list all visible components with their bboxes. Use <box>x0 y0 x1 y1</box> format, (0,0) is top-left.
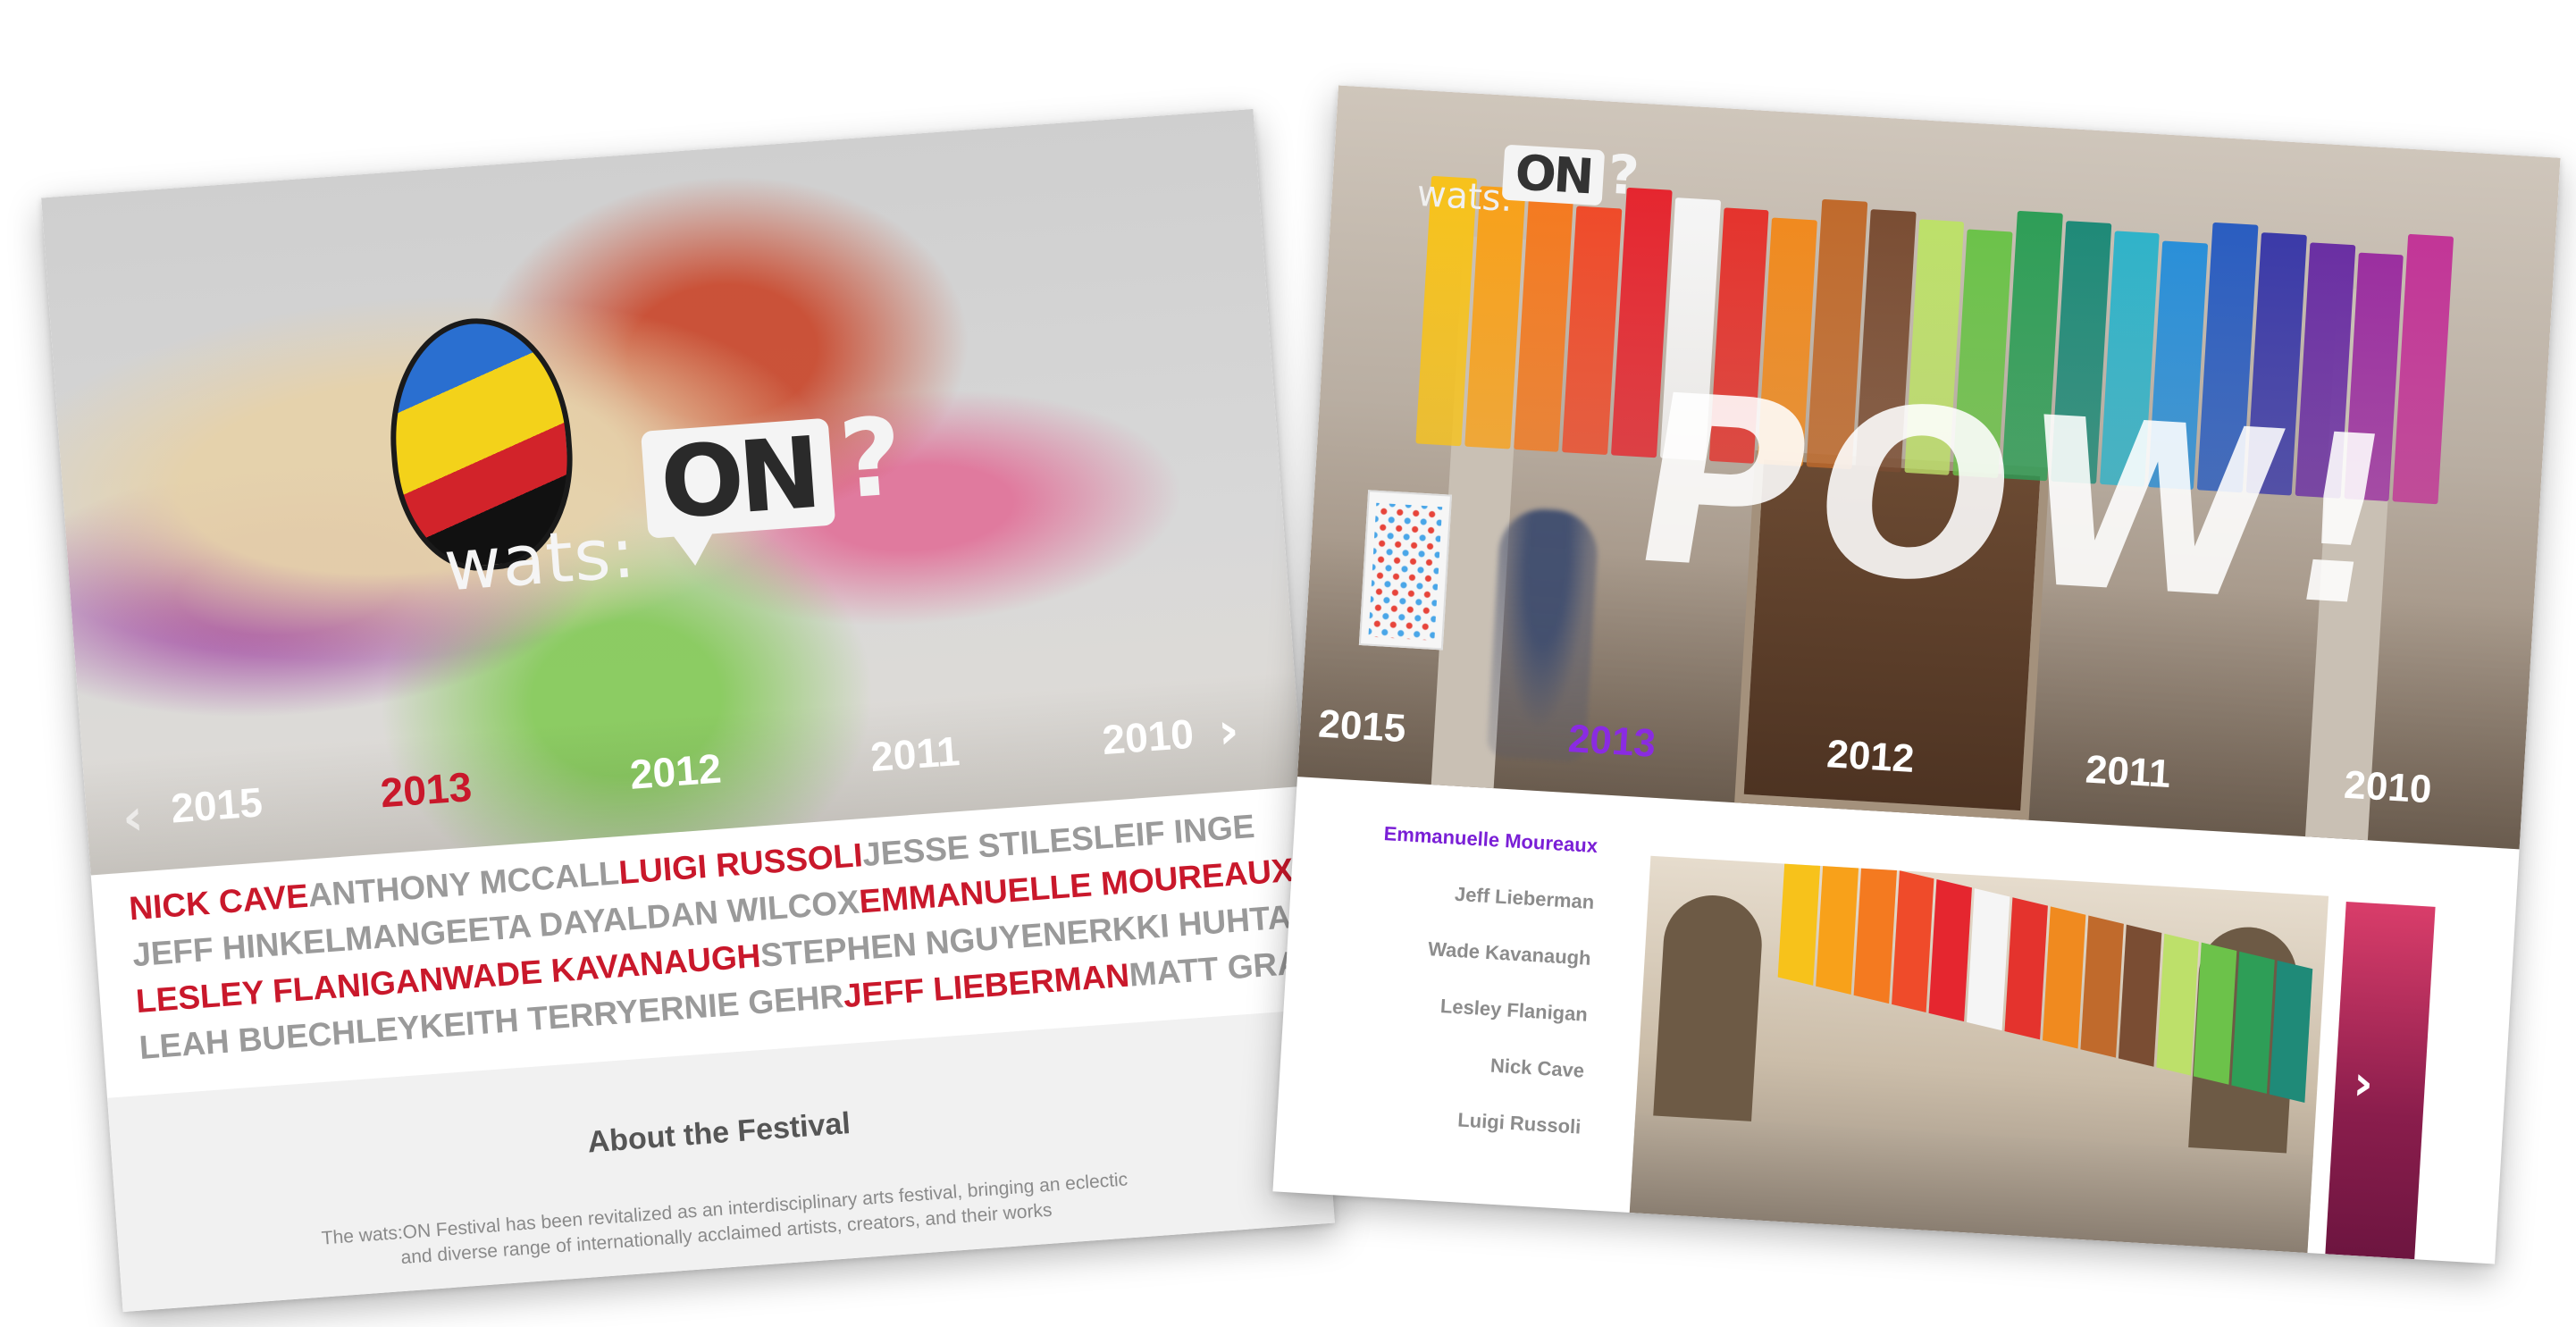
photo-paper-column <box>2156 933 2200 1076</box>
artist-link[interactable]: LUIGI RUSSOLI <box>617 836 864 892</box>
logo-question-mark: ? <box>835 394 907 524</box>
photo-paper-column <box>2004 897 2048 1040</box>
photo-paper-column <box>2080 915 2124 1058</box>
logo-wats-text: wats: <box>441 512 639 608</box>
year-tab-2012[interactable]: 2012 <box>628 744 723 799</box>
artist-link[interactable]: KEITH TERRY <box>418 993 640 1046</box>
festival-page-right: POW! wats: ON ? 2015 2013 2012 2011 2010… <box>1272 85 2561 1264</box>
sidebar-artist-jeff-lieberman[interactable]: Jeff Lieberman <box>1344 876 1595 914</box>
color-dots <box>1368 502 1443 641</box>
artist-link[interactable]: LEAH BUECHLEY <box>138 1009 421 1067</box>
year-tab-2013-active[interactable]: 2013 <box>379 762 474 817</box>
hero-image-pow: POW! wats: ON ? 2015 2013 2012 2011 2010 <box>1297 85 2561 850</box>
photo-paper-column <box>1853 861 1897 1004</box>
artist-link[interactable]: ERNIE GEHR <box>637 978 845 1030</box>
sidebar-artist-lesley-flanigan[interactable]: Lesley Flanigan <box>1337 988 1588 1027</box>
color-chart-poster <box>1358 490 1453 651</box>
chevron-right-icon[interactable]: › <box>1216 701 1241 761</box>
sidebar-artist-emmanuelle-moureaux[interactable]: Emmanuelle Moureaux <box>1347 820 1598 859</box>
year-tab-2011[interactable]: 2011 <box>2085 747 2172 797</box>
year-tab-2010[interactable]: 2010 <box>1101 710 1196 764</box>
gallery-next-card[interactable]: › <box>2325 901 2436 1260</box>
year-tab-2010[interactable]: 2010 <box>2343 763 2433 813</box>
photo-paper-column <box>2231 951 2275 1094</box>
photo-paper-column <box>1777 855 1821 986</box>
photo-paper-column <box>2270 960 2313 1103</box>
chevron-right-icon[interactable]: › <box>2352 1054 2375 1112</box>
photo-paper-column <box>1928 879 1973 1022</box>
hero-image-nick-cave: ON ? wats: ‹ 2015 2013 2012 2011 2010 › <box>41 108 1304 876</box>
logo-speech-bubble: ON <box>1501 144 1606 206</box>
photo-paper-column <box>1967 888 2010 1031</box>
photo-paper-column <box>2043 906 2086 1049</box>
photo-paper-column <box>1891 870 1934 1013</box>
artist-sidebar: Emmanuelle Moureaux Jeff Lieberman Wade … <box>1329 820 1598 1172</box>
artist-gallery-photo[interactable] <box>1629 855 2329 1254</box>
year-tab-2015[interactable]: 2015 <box>1317 701 1407 752</box>
artist-link[interactable]: DAN WILCOX <box>645 884 860 936</box>
sidebar-artist-nick-cave[interactable]: Nick Cave <box>1334 1045 1584 1083</box>
logo-speech-bubble: ON <box>641 416 836 541</box>
sidebar-artist-luigi-russoli[interactable]: Luigi Russoli <box>1330 1101 1582 1139</box>
artist-link[interactable]: JESSE STILES <box>861 819 1095 874</box>
year-tab-2012[interactable]: 2012 <box>1825 732 1916 782</box>
year-tab-2015[interactable]: 2015 <box>170 777 264 832</box>
photo-paper-column <box>2194 942 2237 1085</box>
chevron-left-icon[interactable]: ‹ <box>121 788 146 848</box>
artist-link[interactable]: GEETA DAYAL <box>419 899 649 953</box>
year-tab-2011[interactable]: 2011 <box>868 726 961 781</box>
festival-page-left: ON ? wats: ‹ 2015 2013 2012 2011 2010 › … <box>41 108 1335 1313</box>
artist-link[interactable]: NICK CAVE <box>128 878 309 928</box>
year-tab-2013-active[interactable]: 2013 <box>1567 717 1657 767</box>
sidebar-artist-wade-kavanaugh[interactable]: Wade Kavanaugh <box>1340 932 1592 970</box>
logo-question-mark: ? <box>1606 143 1641 208</box>
logo-wats-text: wats: <box>1415 172 1515 221</box>
pow-headline: POW! <box>1615 346 2424 659</box>
installation-paper-strip <box>1777 855 2316 1104</box>
photo-paper-column <box>2118 924 2161 1067</box>
artist-link[interactable]: LEIF INGE <box>1092 808 1255 857</box>
about-text: The wats:ON Festival has been revitalize… <box>321 1169 1129 1269</box>
photo-paper-column <box>1815 855 1859 995</box>
